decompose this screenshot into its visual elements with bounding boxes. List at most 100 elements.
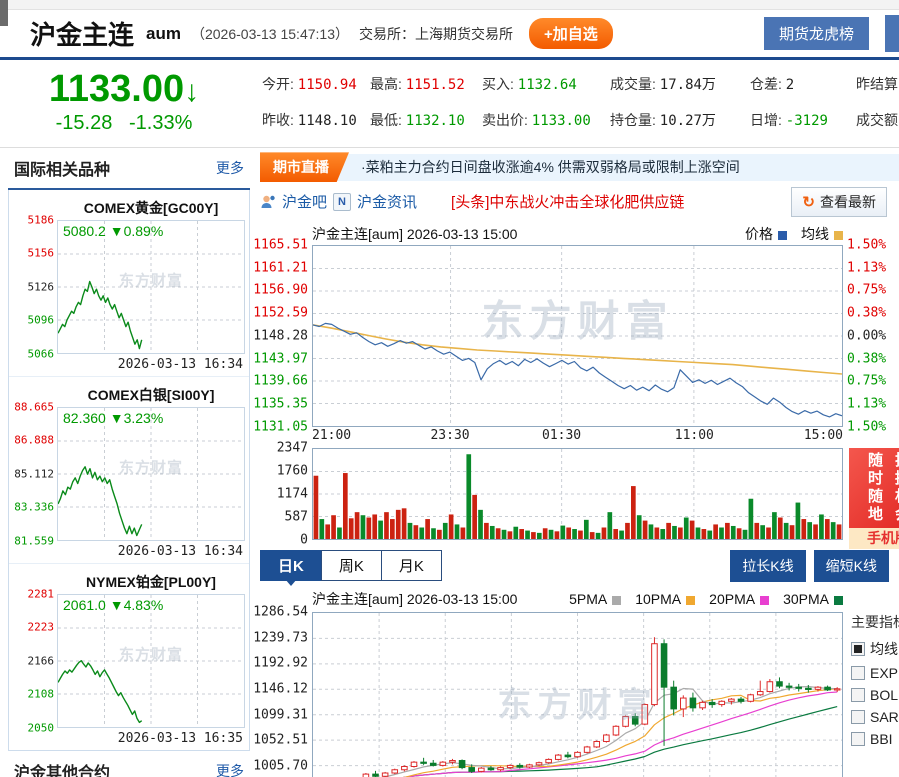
add-watchlist-button[interactable]: +加自选 — [529, 18, 613, 49]
tab-weekly-k[interactable]: 周K — [321, 550, 382, 581]
axis-label: 86.888 — [14, 434, 54, 447]
volume-chart: 2347176011745870 随时随地 把握机会 手机版 — [260, 448, 899, 540]
shrink-kline-button[interactable]: 缩短K线 — [814, 550, 889, 582]
checkbox-icon[interactable] — [851, 710, 865, 724]
axis-label: 1005.70 — [253, 759, 308, 774]
ma30-legend-swatch — [834, 596, 843, 605]
indicator-head: 主要指标 — [851, 612, 899, 632]
axis-label: 81.559 — [14, 534, 54, 547]
indicator-ma[interactable]: 均线 — [851, 639, 899, 659]
stat-turnover: 成交额: 2036亿 — [856, 110, 899, 130]
axis-label: 2281 — [28, 587, 55, 600]
ad-column: 随时随地 把握机会 手机版 — [843, 448, 899, 540]
axis-label: 1.50% — [847, 419, 886, 434]
stat-high: 最高: 1151.52 — [370, 74, 482, 94]
tab-daily-k[interactable]: 日K — [260, 550, 322, 581]
checkbox-checked-icon[interactable] — [851, 642, 865, 656]
axis-label: 2166 — [28, 654, 55, 667]
axis-label: 587 — [285, 509, 308, 524]
headline-news-link[interactable]: [头条]中东战火冲击全球化肥供应链 — [451, 191, 684, 212]
axis-label: 5066 — [28, 347, 55, 360]
mini-chart-comex-gold[interactable]: COMEX黄金[GC00Y] 51865156512650965066 5080… — [9, 190, 249, 376]
axis-label: 5126 — [28, 280, 55, 293]
exchange-link[interactable]: 交易所：上海期货交易所 — [359, 24, 513, 44]
gold-news-link[interactable]: 沪金资讯 — [357, 191, 417, 212]
axis-label: 11:00 — [675, 428, 714, 443]
axis-label: 85.112 — [14, 467, 54, 480]
stat-daily-increase: 日增: -3129 — [750, 110, 856, 130]
down-triangle-icon: ▼ — [110, 223, 124, 239]
axis-label: 1.13% — [847, 397, 886, 412]
checkbox-icon[interactable] — [851, 666, 865, 680]
clipped-header-button[interactable] — [885, 15, 899, 52]
live-news-bar: 期市直播 ·菜粕主力合约日间盘收涨逾4% 供需双弱格局或限制上涨空间 — [260, 154, 899, 181]
watermark: 东方财富 — [481, 287, 673, 348]
live-headline-link[interactable]: ·菜粕主力合约日间盘收涨逾4% 供需双弱格局或限制上涨空间 — [361, 157, 740, 177]
down-triangle-icon: ▼ — [110, 410, 124, 426]
sidebar-more-link[interactable]: 更多 — [216, 158, 244, 178]
intraday-y-axis-right: 1.50%1.13%0.75%0.38%0.00%0.38%0.75%1.13%… — [843, 245, 899, 427]
last-price: 1133.00 — [49, 68, 184, 110]
intraday-x-axis: 21:0023:3001:3011:0015:00 — [312, 428, 843, 446]
stat-prev-close: 昨收: 1148.10 — [262, 110, 370, 130]
down-triangle-icon: ▼ — [110, 597, 124, 613]
watermark: 东方财富 — [498, 677, 658, 726]
axis-label: 0.38% — [847, 306, 886, 321]
indicator-bbi[interactable]: BBI — [851, 731, 899, 747]
mini-chart-nymex-platinum[interactable]: NYMEX铂金[PL00Y] 22812223216621082050 2061… — [9, 563, 249, 750]
indicator-expma[interactable]: EXPMA — [851, 665, 899, 681]
ad-main: 随时随地 把握机会 — [849, 448, 899, 528]
checkbox-icon[interactable] — [851, 688, 865, 702]
axis-label: 1152.59 — [253, 306, 308, 321]
axis-label: 1143.97 — [253, 351, 308, 366]
axis-label: 1239.73 — [253, 630, 308, 645]
mini-chart-title: COMEX白银[SI00Y] — [57, 385, 245, 405]
header: 沪金主连 aum （2026-03-13 15:47:13） 交易所：上海期货交… — [0, 10, 899, 60]
intraday-legend: 价格 均线 — [745, 224, 843, 244]
mini-y-axis: 88.66586.88885.11283.33681.559 — [13, 407, 57, 541]
volume-plot — [312, 448, 843, 540]
gold-forum-link[interactable]: 沪金吧 — [282, 191, 327, 212]
price-change: -15.28 — [56, 112, 113, 134]
axis-label: 5156 — [28, 247, 55, 260]
indicator-panel: 主要指标 均线 EXPMA BOLL SAR BBI — [851, 612, 899, 753]
down-arrow-icon: ↓ — [184, 75, 199, 108]
refresh-icon: ↻ — [802, 193, 815, 211]
stats-grid: 今开: 1150.94 最高: 1151.52 买入: 1132.64 成交量:… — [248, 72, 899, 132]
axis-label: 1131.05 — [253, 419, 308, 434]
price-legend-swatch — [778, 231, 787, 240]
axis-label: 1139.66 — [253, 374, 308, 389]
view-latest-button[interactable]: ↻ 查看最新 — [791, 187, 887, 217]
mobile-app-ad-banner[interactable]: 随时随地 把握机会 手机版 — [849, 448, 899, 540]
indicator-boll[interactable]: BOLL — [851, 687, 899, 703]
kline-chart-title: 沪金主连[aum] 2026-03-13 15:00 — [312, 589, 517, 609]
tab-monthly-k[interactable]: 月K — [381, 550, 442, 581]
axis-label: 0 — [300, 532, 308, 547]
volume-y-axis: 2347176011745870 — [260, 448, 312, 540]
axis-label: 2108 — [28, 688, 55, 701]
price-change-pct: -1.33% — [129, 112, 192, 134]
top-strip — [0, 0, 899, 10]
stat-position-diff: 仓差: 2 — [750, 74, 856, 94]
stretch-kline-button[interactable]: 拉长K线 — [730, 550, 805, 582]
axis-label: 1156.90 — [253, 283, 308, 298]
news-n-icon: N — [333, 193, 351, 211]
ma10-legend-swatch — [686, 596, 695, 605]
ma20-legend-swatch — [760, 596, 769, 605]
person-icon — [260, 194, 276, 210]
live-ribbon[interactable]: 期市直播 — [260, 152, 349, 182]
checkbox-icon[interactable] — [851, 732, 865, 746]
axis-label: 1165.51 — [253, 237, 308, 252]
mini-y-axis: 51865156512650965066 — [13, 220, 57, 354]
other-contracts-more-link[interactable]: 更多 — [216, 761, 244, 777]
mini-chart-comex-silver[interactable]: COMEX白银[SI00Y] 88.66586.88885.11283.3368… — [9, 376, 249, 563]
axis-label: 2050 — [28, 721, 55, 734]
links-row: 沪金吧 N 沪金资讯 [头条]中东战火冲击全球化肥供应链 ↻ 查看最新 — [260, 187, 899, 217]
indicator-column: 主要指标 均线 EXPMA BOLL SAR BBI — [843, 612, 899, 777]
sidebar-title: 国际相关品种 — [14, 156, 110, 180]
axis-label: 0.75% — [847, 283, 886, 298]
dragon-tiger-button[interactable]: 期货龙虎榜 — [764, 17, 869, 50]
indicator-sar[interactable]: SAR — [851, 709, 899, 725]
axis-label: 1146.12 — [253, 682, 308, 697]
kline-title-row: 沪金主连[aum] 2026-03-13 15:00 5PMA 10PMA 20… — [312, 588, 843, 610]
